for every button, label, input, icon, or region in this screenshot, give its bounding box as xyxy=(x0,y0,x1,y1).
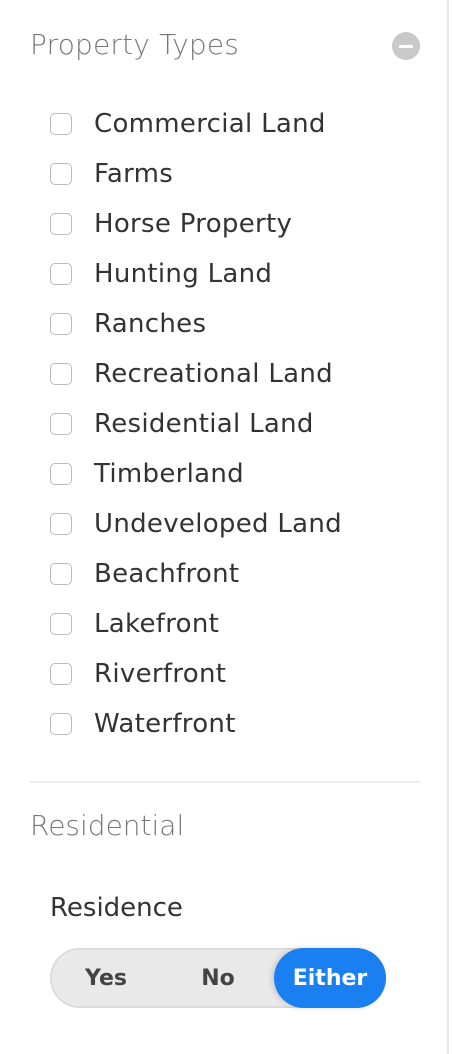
property-type-item[interactable]: Horse Property xyxy=(50,199,420,249)
property-type-item[interactable]: Ranches xyxy=(50,299,420,349)
property-type-label: Residential Land xyxy=(94,409,314,439)
property-type-item[interactable]: Waterfront xyxy=(50,699,420,749)
property-type-label: Recreational Land xyxy=(94,359,333,389)
residence-label: Residence xyxy=(50,893,183,923)
panel-right-border xyxy=(447,0,449,1054)
checkbox[interactable] xyxy=(50,363,72,385)
property-type-label: Beachfront xyxy=(94,559,240,589)
checkbox[interactable] xyxy=(50,613,72,635)
checkbox[interactable] xyxy=(50,263,72,285)
property-type-item[interactable]: Commercial Land xyxy=(50,99,420,149)
checkbox[interactable] xyxy=(50,213,72,235)
property-type-label: Horse Property xyxy=(94,209,293,239)
property-types-title: Property Types xyxy=(30,28,240,61)
property-type-label: Timberland xyxy=(94,459,244,489)
property-type-item[interactable]: Recreational Land xyxy=(50,349,420,399)
minus-circle-icon[interactable] xyxy=(392,32,420,60)
residence-option-no[interactable]: No xyxy=(162,948,274,1008)
property-type-item[interactable]: Residential Land xyxy=(50,399,420,449)
property-type-item[interactable]: Hunting Land xyxy=(50,249,420,299)
property-type-label: Lakefront xyxy=(94,609,220,639)
property-type-label: Commercial Land xyxy=(94,109,326,139)
checkbox[interactable] xyxy=(50,413,72,435)
property-type-label: Farms xyxy=(94,159,174,189)
property-type-item[interactable]: Undeveloped Land xyxy=(50,499,420,549)
residence-option-yes[interactable]: Yes xyxy=(50,948,162,1008)
property-type-label: Hunting Land xyxy=(94,259,273,289)
property-type-label: Waterfront xyxy=(94,709,236,739)
property-type-item[interactable]: Farms xyxy=(50,149,420,199)
checkbox[interactable] xyxy=(50,163,72,185)
property-type-item[interactable]: Beachfront xyxy=(50,549,420,599)
checkbox[interactable] xyxy=(50,313,72,335)
property-types-list: Commercial Land Farms Horse Property Hun… xyxy=(50,99,420,749)
section-divider xyxy=(30,781,420,783)
property-type-item[interactable]: Timberland xyxy=(50,449,420,499)
residence-toggle: Yes No Either xyxy=(50,948,386,1008)
property-type-label: Undeveloped Land xyxy=(94,509,342,539)
property-type-label: Ranches xyxy=(94,309,207,339)
residential-title: Residential xyxy=(30,809,185,842)
filter-panel: Property Types Commercial Land Farms Hor… xyxy=(0,0,447,1054)
property-type-item[interactable]: Riverfront xyxy=(50,649,420,699)
checkbox[interactable] xyxy=(50,713,72,735)
residence-option-either[interactable]: Either xyxy=(274,948,386,1008)
checkbox[interactable] xyxy=(50,563,72,585)
checkbox[interactable] xyxy=(50,463,72,485)
property-type-label: Riverfront xyxy=(94,659,227,689)
property-type-item[interactable]: Lakefront xyxy=(50,599,420,649)
checkbox[interactable] xyxy=(50,513,72,535)
checkbox[interactable] xyxy=(50,113,72,135)
checkbox[interactable] xyxy=(50,663,72,685)
property-types-header: Property Types xyxy=(30,26,422,66)
